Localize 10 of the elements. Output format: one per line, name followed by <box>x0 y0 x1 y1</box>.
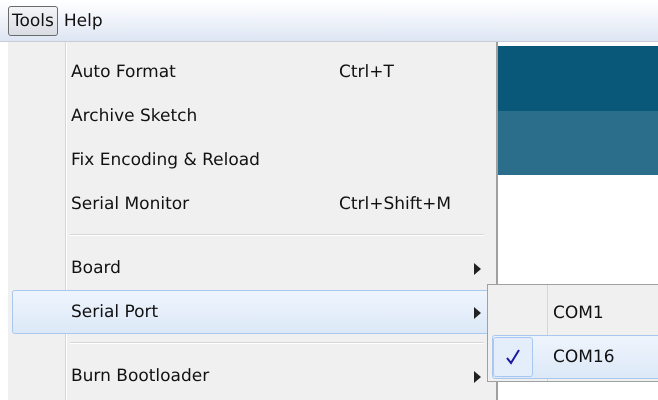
menu-item[interactable]: Auto Format Ctrl+T <box>12 50 492 94</box>
submenu-item[interactable]: COM1 <box>492 291 658 335</box>
menu-bar-item[interactable]: Tools <box>8 6 58 36</box>
menu-item[interactable]: Serial Monitor Ctrl+Shift+M <box>12 182 492 226</box>
menu-item[interactable]: Fix Encoding & Reload <box>12 138 492 182</box>
menu-item[interactable]: Burn Bootloader <box>12 354 492 398</box>
menu-item[interactable]: Archive Sketch <box>12 94 492 138</box>
submenu-item[interactable]: COM16 <box>492 335 658 379</box>
menu-bar-item[interactable]: Help <box>60 6 107 36</box>
menu-item[interactable]: Board <box>12 246 492 290</box>
